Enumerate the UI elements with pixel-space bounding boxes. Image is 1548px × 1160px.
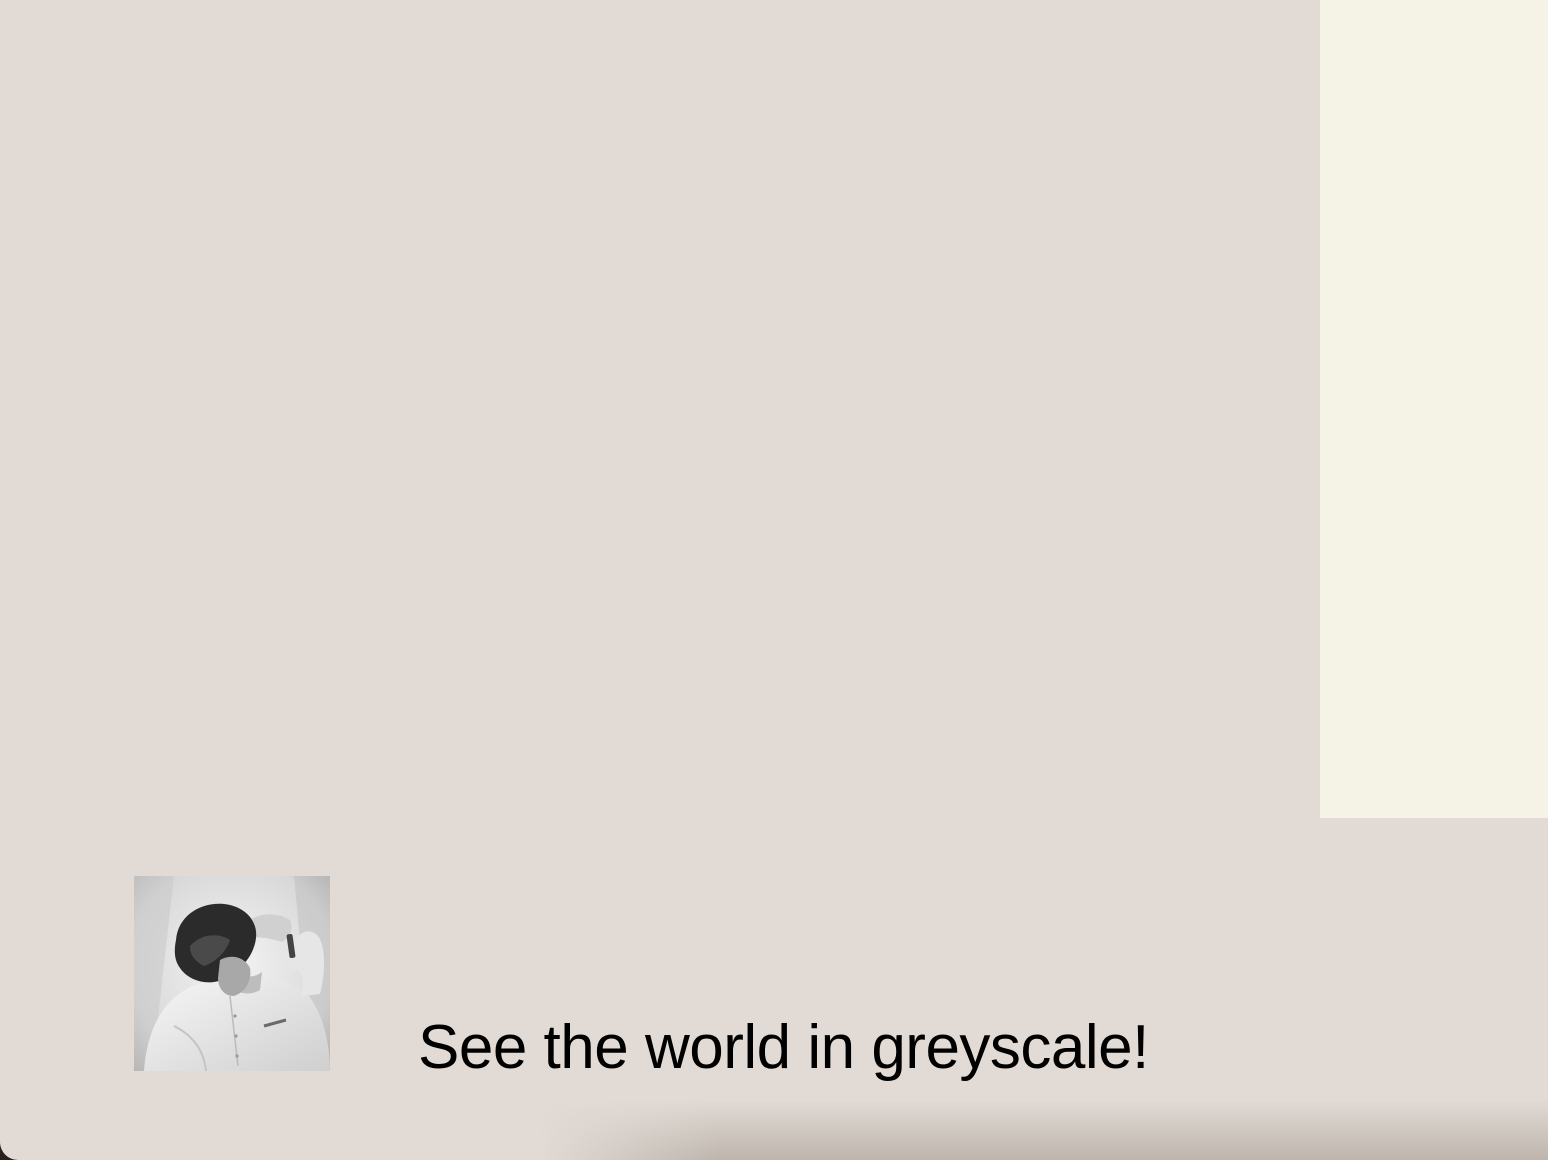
bottom-edge-shadow	[540, 1100, 1548, 1160]
portrait-thumbnail[interactable]	[134, 876, 330, 1071]
page-canvas: See the world in greyscale!	[0, 0, 1548, 1160]
side-panel	[1320, 0, 1548, 818]
greyscale-portrait-image	[134, 876, 330, 1071]
tagline: See the world in greyscale!	[418, 1013, 1149, 1082]
